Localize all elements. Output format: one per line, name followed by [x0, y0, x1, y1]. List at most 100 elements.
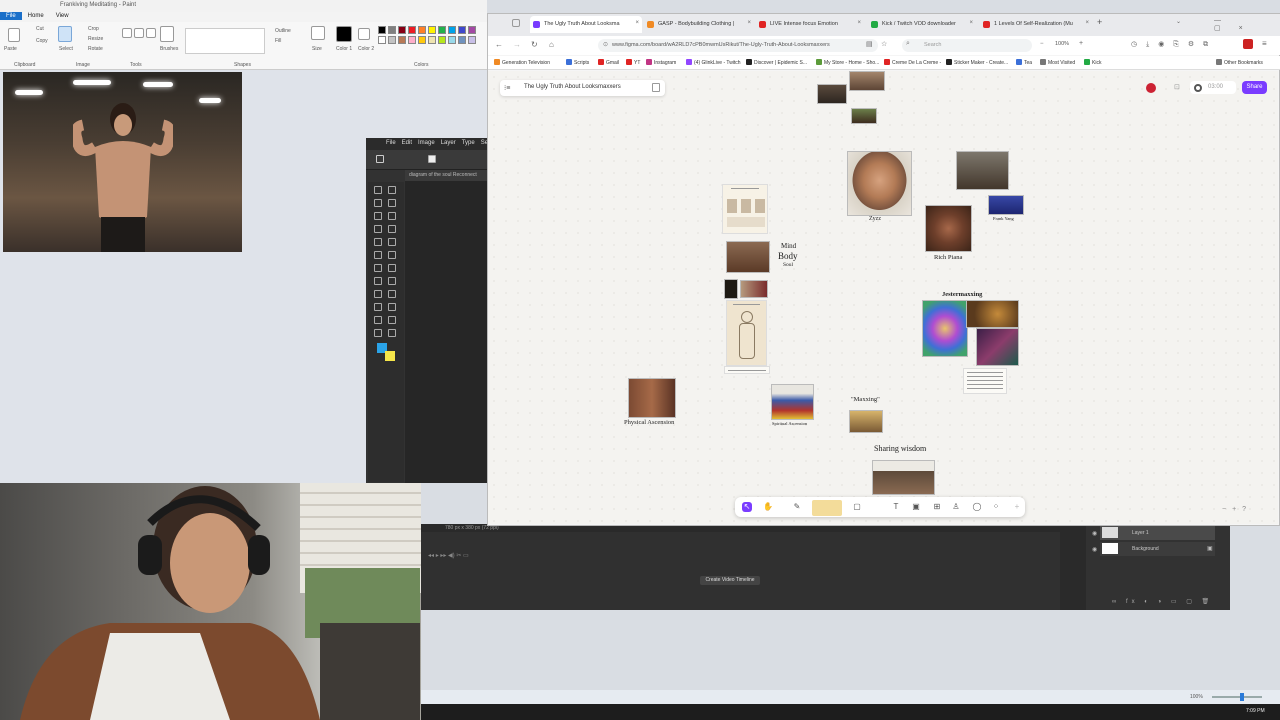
ps-tool-icon[interactable] [374, 212, 382, 220]
jester-text-note[interactable] [963, 368, 1007, 394]
bookmark-item[interactable]: (4) GlinkLive - Twitch [686, 59, 741, 66]
ps-tool-icon[interactable] [388, 186, 396, 194]
palette-swatch[interactable] [458, 26, 466, 34]
palette-swatch[interactable] [448, 26, 456, 34]
palette-swatch[interactable] [438, 26, 446, 34]
reload-icon[interactable]: ↻ [531, 40, 538, 49]
palette-swatch[interactable] [408, 26, 416, 34]
bookmark-item[interactable]: Sticker Maker - Create... [946, 59, 1008, 66]
cut-label[interactable]: Cut [36, 26, 44, 32]
spiritual-ascension-photo[interactable] [771, 384, 814, 420]
bookmark-item[interactable]: Instagram [646, 59, 676, 66]
palette-swatch[interactable] [448, 36, 456, 44]
ps-tool-icon[interactable] [374, 303, 382, 311]
maxxing-photo[interactable] [849, 410, 883, 433]
frank-yang-photo[interactable] [988, 195, 1024, 215]
ps-tool-icon[interactable] [374, 264, 382, 272]
background-color-swatch[interactable] [385, 351, 395, 361]
zoom-in-icon[interactable]: + [1079, 40, 1083, 47]
home-icon[interactable] [376, 155, 384, 163]
new-tab-icon[interactable]: + [1097, 17, 1102, 27]
ps-tool-icon[interactable] [388, 290, 396, 298]
crop-label[interactable]: Crop [88, 26, 99, 32]
ps-menu-edit[interactable]: Edit [402, 140, 412, 146]
tab-self-realization[interactable]: 1 Levels Of Self-Realization (Mu × [980, 16, 1092, 33]
zyzz-photo[interactable] [847, 151, 912, 216]
visibility-eye-icon[interactable]: ◉ [1092, 546, 1097, 553]
close-icon[interactable]: × [747, 20, 751, 26]
selection-mode-icon[interactable] [428, 155, 436, 163]
ps-tool-icon[interactable] [374, 199, 382, 207]
bookmark-item[interactable]: My Store - Home - Sho... [816, 59, 879, 66]
doc-caption-note[interactable] [724, 366, 770, 374]
window-controls[interactable]: —▢× [1214, 17, 1280, 32]
extension-icon[interactable] [1243, 39, 1253, 49]
ps-tool-icon[interactable] [374, 277, 382, 285]
mind-body-image[interactable] [726, 241, 770, 273]
tab-vod-downloader[interactable]: Kick / Twitch VOD downloader × [868, 16, 976, 33]
group-photo[interactable] [956, 151, 1009, 190]
resize-label[interactable]: Resize [88, 36, 103, 42]
bookmark-item[interactable]: Creme De La Creme - [884, 59, 941, 66]
ps-tool-icon[interactable] [388, 212, 396, 220]
ps-tool-icon[interactable] [388, 199, 396, 207]
jester-art-3[interactable] [976, 328, 1019, 366]
ps-document-tab[interactable]: diagram of the soul Reconnect [405, 170, 487, 181]
tab-figma-board[interactable]: The Ugly Truth About Looksma × [530, 16, 642, 33]
text-icon[interactable] [146, 28, 156, 38]
collage-photo[interactable] [724, 279, 738, 299]
home-icon[interactable]: ⌂ [549, 40, 554, 49]
close-icon[interactable]: × [635, 20, 639, 26]
shapes-gallery[interactable] [185, 28, 265, 54]
ps-menu-image[interactable]: Image [418, 140, 435, 146]
url-bar[interactable]: www.figma.com/board/wA2RLD7cPB0mwmUsRiku… [598, 39, 878, 52]
paint-menu-view[interactable]: View [50, 12, 75, 20]
paint-menu-file[interactable]: File [0, 12, 22, 20]
bookmark-item[interactable]: Gmail [598, 59, 619, 66]
ps-tool-icon[interactable] [374, 225, 382, 233]
ps-tool-icon[interactable] [388, 251, 396, 259]
avatar[interactable] [1146, 83, 1156, 93]
ps-tool-icon[interactable] [388, 303, 396, 311]
palette-swatch[interactable] [428, 36, 436, 44]
sharing-wisdom-photo[interactable] [872, 460, 935, 495]
marker-tool-icon[interactable]: ✎ [792, 502, 802, 512]
create-video-timeline-button[interactable]: Create Video Timeline [700, 576, 760, 585]
color2-swatch[interactable] [358, 28, 370, 40]
ps-tool-icon[interactable] [388, 329, 396, 337]
table-tool-icon[interactable]: ⊞ [932, 502, 942, 512]
tab-overview-icon[interactable] [512, 19, 520, 27]
palette-swatch[interactable] [378, 26, 386, 34]
ps-tool-icon[interactable] [388, 225, 396, 233]
philosophers-doc[interactable] [722, 184, 768, 234]
zoom-controls[interactable]: −+? [1222, 506, 1252, 513]
collage-photo[interactable] [849, 71, 885, 91]
palette-swatch[interactable] [418, 26, 426, 34]
bookmark-item[interactable]: Generation Television [494, 59, 550, 66]
ps-tool-icon[interactable] [374, 251, 382, 259]
zoom-slider[interactable] [1212, 696, 1262, 698]
brushes-icon[interactable] [160, 26, 174, 42]
physical-ascension-photo[interactable] [628, 378, 676, 418]
collage-photo[interactable] [851, 108, 877, 124]
paint-menu-home[interactable]: Home [22, 12, 50, 20]
palette-swatch[interactable] [428, 26, 436, 34]
palette-swatch[interactable] [408, 36, 416, 44]
fill-label[interactable]: Fill [275, 38, 281, 44]
tab-list-icon[interactable]: ⌄ [1176, 18, 1181, 25]
palette-swatch[interactable] [468, 26, 476, 34]
fill-icon[interactable] [134, 28, 144, 38]
bookmark-star-icon[interactable]: ☆ [881, 40, 887, 48]
bookmark-item[interactable]: Other Bookmarks [1216, 59, 1263, 66]
ps-tool-icon[interactable] [388, 316, 396, 324]
palette-swatch[interactable] [378, 36, 386, 44]
palette-swatch[interactable] [398, 36, 406, 44]
layer-actions-bar[interactable]: ∞ fx ◐ ◑ ▭ ▢ 🗑 [1112, 598, 1213, 605]
forward-icon[interactable]: → [513, 40, 521, 49]
ps-document-area[interactable] [405, 170, 487, 483]
palette-swatch[interactable] [458, 36, 466, 44]
sticky-note-tool-icon[interactable] [812, 500, 842, 516]
select-tool-icon[interactable]: ↖ [742, 502, 752, 512]
ps-tool-icon[interactable] [374, 186, 382, 194]
reader-icon[interactable]: ▤ [866, 40, 873, 48]
